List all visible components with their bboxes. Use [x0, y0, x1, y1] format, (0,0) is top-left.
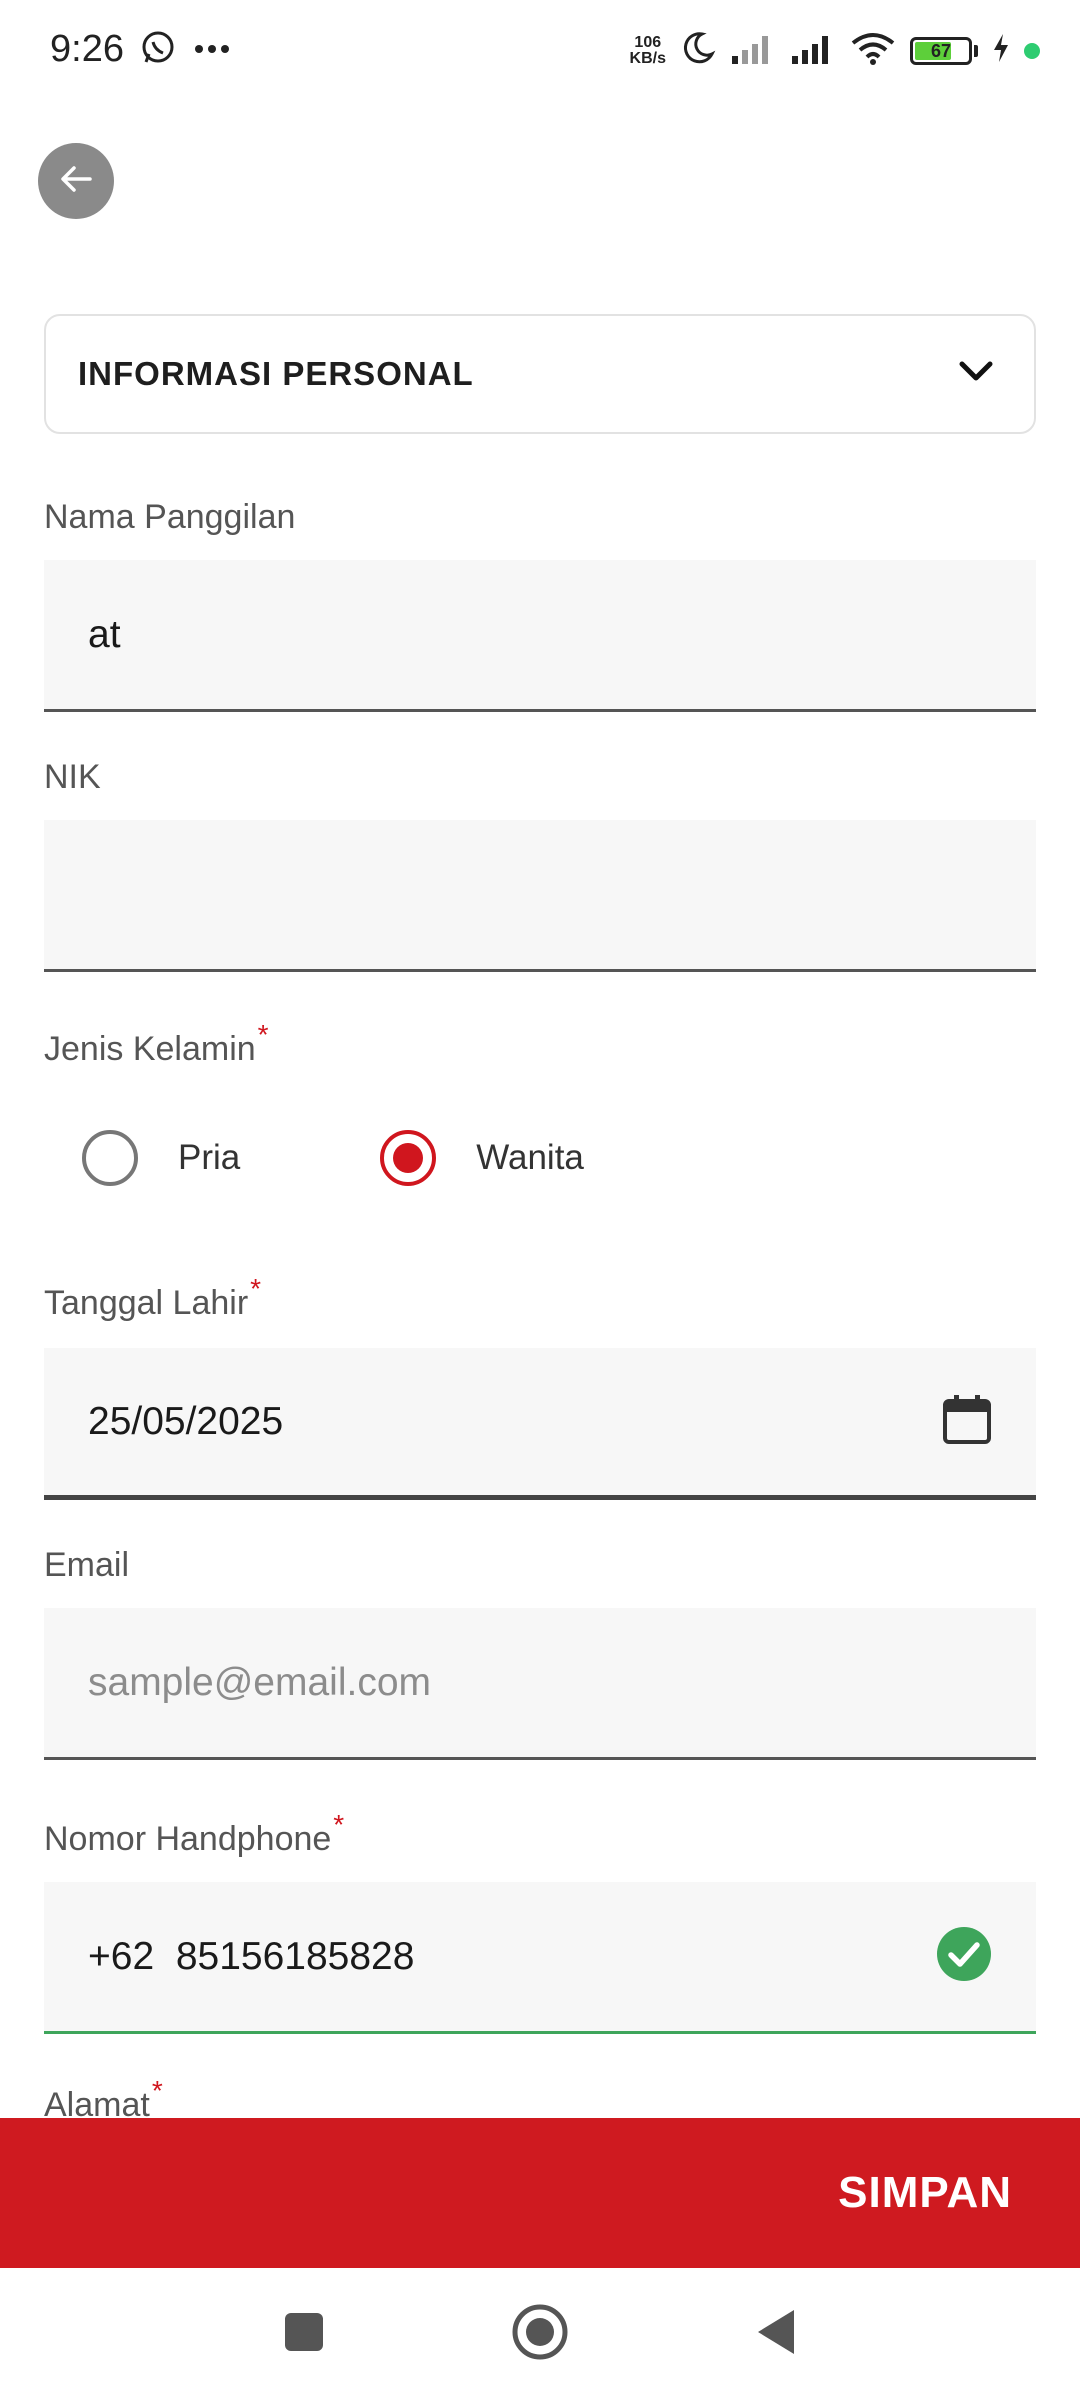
system-back-button[interactable]	[738, 2296, 814, 2372]
required-mark: *	[250, 1273, 262, 1304]
chevron-down-icon	[958, 360, 994, 389]
nickname-label: Nama Panggilan	[44, 498, 295, 537]
email-placeholder: sample@email.com	[88, 1660, 432, 1704]
gender-option-wanita[interactable]: Wanita	[380, 1130, 584, 1186]
battery-tip	[974, 44, 978, 57]
moon-icon	[680, 30, 716, 71]
nickname-value: at	[88, 612, 121, 656]
required-mark: *	[151, 2075, 163, 2106]
home-icon	[510, 2302, 570, 2367]
nickname-label-text: Nama Panggilan	[44, 498, 296, 536]
save-button[interactable]: SIMPAN	[838, 2168, 1012, 2218]
network-speed-value: 106	[634, 33, 662, 51]
charging-icon	[992, 33, 1010, 68]
birth-date-label-text: Tanggal Lahir	[44, 1284, 249, 1322]
whatsapp-icon	[140, 30, 176, 71]
signal-icon	[730, 32, 776, 69]
radio-unchecked[interactable]	[82, 1130, 138, 1186]
network-speed-unit: KB/s	[629, 49, 666, 67]
phone-label-text: Nomor Handphone	[44, 1820, 332, 1858]
required-mark: *	[333, 1809, 345, 1840]
check-circle-icon	[936, 1926, 992, 1987]
section-title: INFORMASI PERSONAL	[78, 355, 474, 392]
recent-apps-button[interactable]	[266, 2296, 342, 2372]
privacy-indicator-dot	[1024, 42, 1040, 59]
birth-date-value: 25/05/2025	[88, 1399, 284, 1443]
gender-option-pria[interactable]: Pria	[82, 1130, 240, 1186]
battery-icon: 67	[910, 36, 972, 65]
save-bar: SIMPAN	[0, 2118, 1080, 2268]
section-personal-info-toggle[interactable]: INFORMASI PERSONAL	[44, 314, 1036, 434]
birth-date-field[interactable]: 25/05/2025	[44, 1348, 1036, 1500]
phone-label: Nomor Handphone*	[44, 1809, 344, 1859]
gender-label: Jenis Kelamin*	[44, 1019, 269, 1069]
email-label-text: Email	[44, 1546, 130, 1584]
nickname-field[interactable]: at	[44, 560, 1036, 712]
nik-label-text: NIK	[44, 758, 101, 796]
back-button[interactable]	[38, 143, 114, 219]
email-field[interactable]: sample@email.com	[44, 1608, 1036, 1760]
gender-option-label: Pria	[178, 1138, 241, 1177]
gender-radio-group: Pria Wanita	[82, 1130, 584, 1186]
gender-option-label: Wanita	[476, 1138, 584, 1177]
system-nav-bar	[0, 2268, 1080, 2400]
back-triangle-icon	[754, 2308, 798, 2361]
clock: 9:26	[50, 28, 124, 70]
network-speed: 106 KB/s	[629, 33, 666, 67]
calendar-icon[interactable]	[942, 1393, 992, 1450]
email-label: Email	[44, 1546, 129, 1585]
radio-checked[interactable]	[380, 1130, 437, 1186]
home-button[interactable]	[502, 2296, 578, 2372]
recent-apps-icon	[282, 2310, 326, 2359]
arrow-left-icon	[56, 159, 96, 204]
status-bar: 9:26 106 KB/s 67	[0, 0, 1080, 100]
birth-date-label: Tanggal Lahir*	[44, 1273, 261, 1323]
nik-label: NIK	[44, 758, 101, 797]
more-dots-icon	[194, 42, 230, 60]
phone-field[interactable]: +62 85156185828	[44, 1882, 1036, 2034]
battery-percent: 67	[930, 40, 952, 61]
signal-icon	[790, 32, 836, 69]
phone-value: +62 85156185828	[88, 1934, 415, 1978]
required-mark: *	[257, 1019, 269, 1050]
wifi-icon	[850, 31, 896, 70]
gender-label-text: Jenis Kelamin	[44, 1030, 256, 1068]
nik-field[interactable]	[44, 820, 1036, 972]
